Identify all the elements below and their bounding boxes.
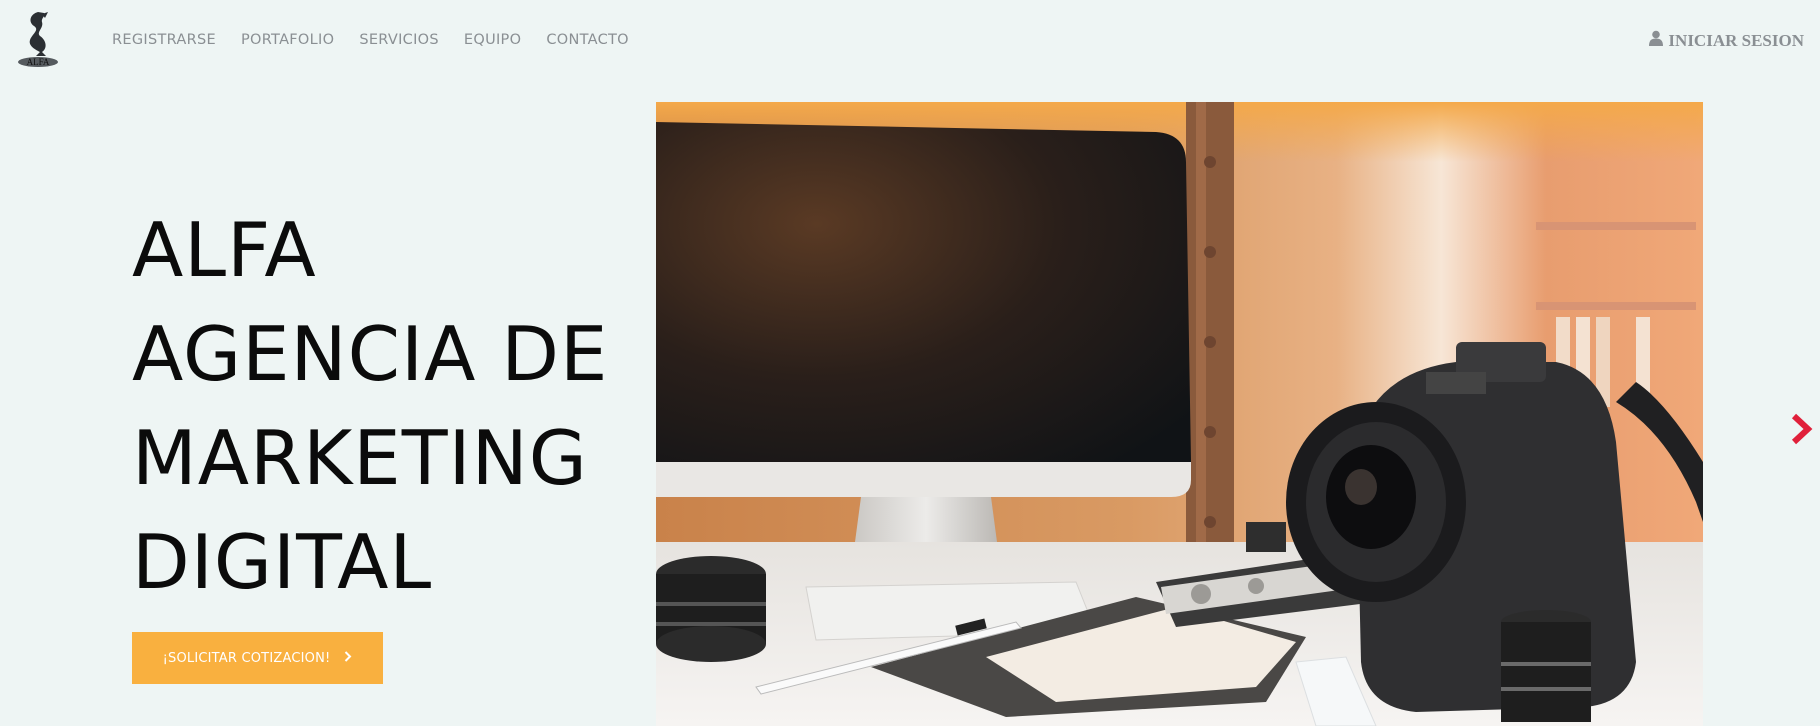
request-quote-button[interactable]: ¡SOLICITAR COTIZACION! bbox=[132, 632, 383, 684]
brand-logo[interactable]: ALFA bbox=[16, 10, 60, 68]
logo-text: ALFA bbox=[27, 57, 50, 67]
slider-next-button[interactable] bbox=[1790, 412, 1814, 446]
login-link[interactable]: INICIAR SESION bbox=[1649, 30, 1804, 51]
nav-item-registrarse[interactable]: REGISTRARSE bbox=[112, 32, 216, 48]
cta-label: ¡SOLICITAR COTIZACION! bbox=[162, 650, 331, 666]
nav-item-portafolio[interactable]: PORTAFOLIO bbox=[241, 32, 334, 48]
hero-image bbox=[656, 102, 1703, 726]
login-label: INICIAR SESION bbox=[1668, 30, 1804, 50]
nav-item-equipo[interactable]: EQUIPO bbox=[464, 32, 521, 48]
hero-title-line: ALFA bbox=[132, 206, 317, 294]
user-icon bbox=[1649, 30, 1664, 51]
nav-item-contacto[interactable]: CONTACTO bbox=[546, 32, 629, 48]
chevron-right-icon bbox=[1790, 413, 1814, 450]
chevron-right-icon bbox=[344, 650, 352, 666]
hero-title-line: MARKETING bbox=[132, 414, 588, 502]
main-nav: REGISTRARSE PORTAFOLIO SERVICIOS EQUIPO … bbox=[112, 32, 629, 48]
workspace-photo bbox=[656, 102, 1703, 726]
hero-title-line: DIGITAL bbox=[132, 518, 433, 606]
nav-item-servicios[interactable]: SERVICIOS bbox=[359, 32, 439, 48]
hero-title-line: AGENCIA DE bbox=[132, 310, 609, 398]
hero-title: ALFA AGENCIA DE MARKETING DIGITAL bbox=[132, 198, 608, 614]
